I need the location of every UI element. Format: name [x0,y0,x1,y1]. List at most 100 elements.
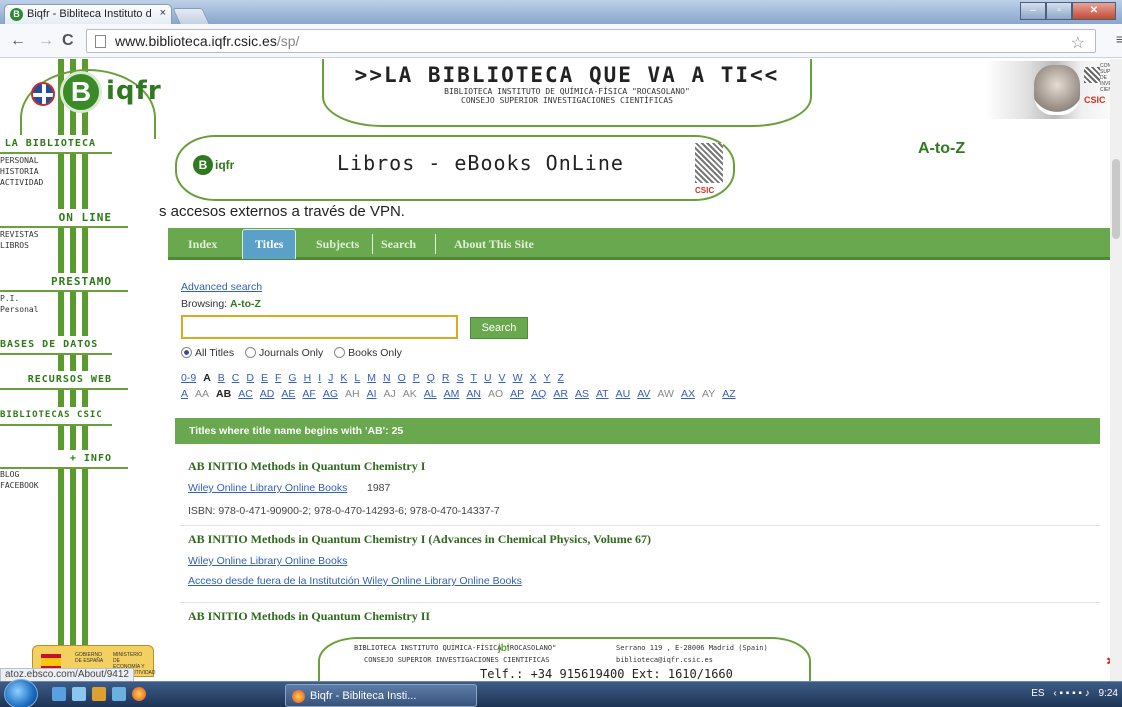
letter-s[interactable]: S [457,372,464,384]
explorer-icon[interactable] [52,687,66,701]
csic-header-image[interactable]: CONSEJO SUPERIOR DE INVESTIGACIONES CIEN… [986,61,1122,119]
radio-all-titles[interactable] [181,347,192,358]
bookmark-star-icon[interactable]: ☆ [1071,33,1085,53]
sidebar-heading-la-biblioteca[interactable]: La Biblioteca [0,135,112,154]
letter-i[interactable]: I [318,372,321,384]
sidebar-heading-prestamo[interactable]: Prestamo [0,273,128,292]
new-tab-button[interactable] [172,8,210,24]
result-external-link[interactable]: Acceso desde fuera de la Institutción Wi… [188,575,522,587]
letter-ad[interactable]: AD [260,388,275,400]
tray-icons[interactable]: ‹ ▪ ▪ ▪ ▪ ♪ [1053,688,1089,699]
letter-az[interactable]: AZ [722,388,735,400]
close-window-button[interactable]: ✕ [1072,2,1116,20]
letter-t[interactable]: T [471,372,477,384]
letter-ag[interactable]: AG [323,388,338,400]
letter-an[interactable]: AN [466,388,481,400]
letter-ac[interactable]: AC [238,388,253,400]
letter-p[interactable]: P [413,372,420,384]
letter-z[interactable]: Z [558,372,564,384]
advanced-search-link[interactable]: Advanced search [181,281,262,293]
letter-b[interactable]: B [218,372,225,384]
letter-d[interactable]: D [246,372,254,384]
sidebar-item[interactable]: BLOG [0,469,19,480]
letter-g[interactable]: G [288,372,296,384]
letter-au[interactable]: AU [616,388,631,400]
letter-f[interactable]: F [275,372,281,384]
scrollbar-thumb[interactable] [1112,159,1120,239]
letter-l[interactable]: L [354,372,360,384]
reload-icon[interactable]: C [62,32,74,50]
tab-close-icon[interactable]: × [160,7,166,19]
letter-y[interactable]: Y [544,372,551,384]
tab-subjects[interactable]: Subjects [316,237,359,252]
media-icon[interactable] [92,687,106,701]
letter-af[interactable]: AF [302,388,315,400]
sidebar-item[interactable]: Personal [0,304,39,315]
letter-al[interactable]: AL [424,388,437,400]
letter-u[interactable]: U [484,372,492,384]
back-icon[interactable]: ← [10,32,26,50]
app-icon[interactable] [112,687,126,701]
tab-index[interactable]: Index [188,237,217,252]
letter-o[interactable]: O [398,372,406,384]
letter-09[interactable]: 0-9 [181,372,196,384]
maximize-button[interactable]: ▫ [1046,2,1072,20]
sidebar-item[interactable]: P.I. [0,293,19,304]
sidebar-heading-on-line[interactable]: On Line [0,209,128,228]
letter-ax[interactable]: AX [681,388,695,400]
sidebar-item[interactable]: LIBROS [0,240,29,251]
browser-tab[interactable]: B Biqfr - Biblitecа Instituto d × [4,4,172,24]
letter-av[interactable]: AV [637,388,650,400]
letter-k[interactable]: K [340,372,347,384]
sidebar-heading-mas-info[interactable]: + Info [0,450,128,469]
biqfr-logo[interactable]: B [60,71,102,113]
radio-books-only[interactable] [334,347,346,358]
letter-r[interactable]: R [442,372,450,384]
search-button[interactable]: Search [470,317,528,339]
start-button[interactable] [4,679,38,707]
sidebar-item[interactable]: FACEBOOK [0,480,39,491]
chrome-icon[interactable] [132,687,146,701]
footer-email[interactable]: biblioteca@iqfr.csic.es [616,654,713,667]
letter-e[interactable]: E [261,372,268,384]
letter-ai[interactable]: AI [367,388,377,400]
letter-as[interactable]: AS [575,388,589,400]
sidebar-item[interactable]: HISTORIA [0,166,39,177]
taskbar-browser-item[interactable]: Biqfr - Biblitecа Insti... [285,684,477,707]
letter-c[interactable]: C [232,372,240,384]
letter-aq[interactable]: AQ [531,388,546,400]
sidebar-heading-bases-de-datos[interactable]: Bases de Datos [0,336,112,355]
clock[interactable]: 9:24 [1099,688,1118,699]
minimize-button[interactable]: – [1020,2,1046,20]
sidebar-item[interactable]: ACTIVIDAD [0,177,43,188]
letter-m[interactable]: M [367,372,376,384]
menu-icon[interactable]: ≡ [1116,31,1122,47]
forward-icon[interactable]: → [38,32,54,50]
letter-q[interactable]: Q [427,372,435,384]
letter-h[interactable]: H [304,372,312,384]
tab-about[interactable]: About This Site [454,237,534,252]
radio-journals-only[interactable] [245,347,257,358]
letter-j[interactable]: J [328,372,333,384]
result-source-link[interactable]: Wiley Online Library Online Books [188,482,347,494]
desktop-icon[interactable] [72,687,86,701]
letter-ap[interactable]: AP [510,388,524,400]
language-indicator[interactable]: ES [1031,688,1044,699]
search-input[interactable] [181,315,458,339]
letter-v[interactable]: V [499,372,506,384]
letter-n[interactable]: N [383,372,391,384]
letter-w[interactable]: W [513,372,523,384]
letter-x[interactable]: X [529,372,536,384]
uk-flag-icon[interactable] [31,82,55,106]
scrollbar[interactable] [1110,59,1122,681]
sidebar-item[interactable]: PERSONAL [0,155,39,166]
tab-titles[interactable]: Titles [242,229,297,259]
tab-search[interactable]: Search [381,237,416,252]
sidebar-item[interactable]: REVISTAS [0,229,39,240]
sidebar-heading-recursos-web[interactable]: Recursos Web [0,371,128,390]
letter-ae[interactable]: AE [281,388,295,400]
letter-a[interactable]: A [181,388,188,400]
result-source-link[interactable]: Wiley Online Library Online Books [188,555,347,567]
letter-am[interactable]: AM [444,388,460,400]
address-bar[interactable]: www.biblioteca.iqfr.csic.es/sp/ ☆ [86,29,1096,53]
